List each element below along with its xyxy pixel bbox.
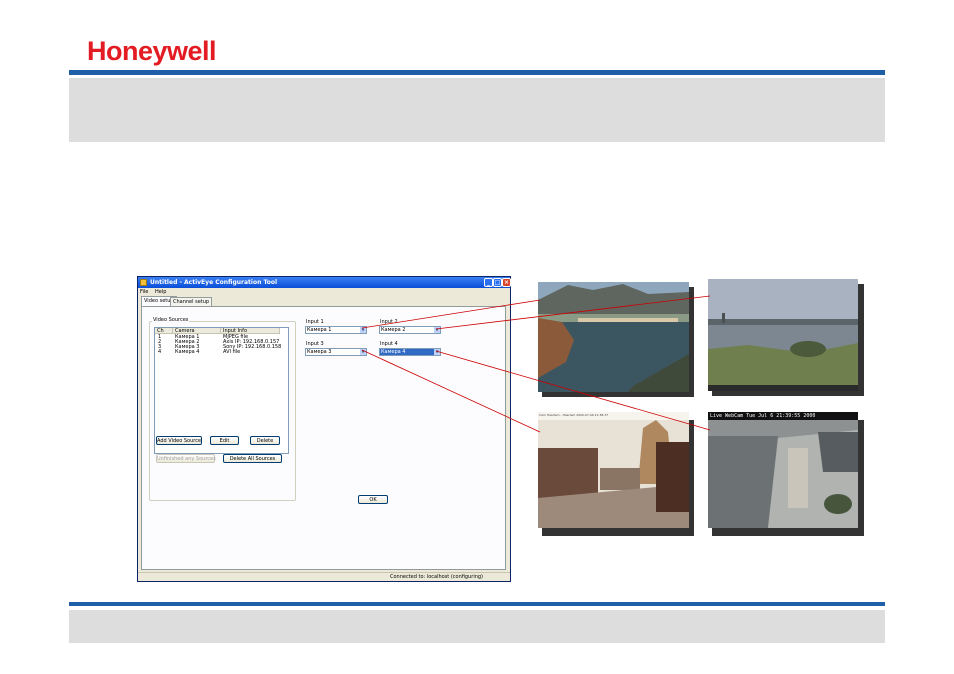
camera-2-image	[708, 279, 858, 391]
unfinished-sources-button: Unfinished any Sources	[156, 454, 216, 463]
port-webcam-scene	[708, 412, 858, 528]
river-view-scene	[708, 279, 858, 391]
title-bar[interactable]: Untitled - ActivEye Configuration Tool _…	[138, 277, 511, 288]
input-4-select[interactable]: Камера 4 ▼	[379, 348, 441, 356]
camera-4-image: Live WebCam Tue Jul 6 21:39:55 2000	[708, 412, 858, 528]
header-band	[69, 78, 885, 142]
input-1-value: Камера 1	[307, 327, 332, 333]
camera-1-image	[538, 282, 689, 392]
delete-button[interactable]: Delete	[250, 436, 280, 445]
window-title: Untitled - ActivEye Configuration Tool	[150, 279, 278, 286]
footer-rule	[69, 602, 885, 606]
input-3-select[interactable]: Камера 3 ▼	[305, 348, 367, 356]
header-rule	[69, 70, 885, 75]
cell-info: AVI file	[223, 349, 241, 355]
add-video-source-button[interactable]: Add Video Source	[156, 436, 202, 445]
menu-help[interactable]: Help	[155, 289, 166, 295]
edit-button[interactable]: Edit	[210, 436, 239, 445]
input-1-select[interactable]: Камера 1 ▼	[305, 326, 367, 334]
footer-band	[69, 610, 885, 643]
menu-bar: File Help	[140, 289, 171, 296]
town-square-scene	[538, 412, 689, 528]
input-2-select[interactable]: Камера 2 ▼	[379, 326, 441, 334]
close-icon[interactable]: ×	[502, 278, 511, 287]
camera-4-overlay: Live WebCam Tue Jul 6 21:39:55 2000	[710, 413, 816, 419]
camera-3-image: Cam Haarlem - Haarlem 2000-07-06 21:38:3…	[538, 412, 689, 528]
input-3-value: Камера 3	[307, 349, 332, 355]
minimize-icon[interactable]: _	[484, 278, 493, 287]
table-row[interactable]: 4 Камера 4 AVI file	[155, 350, 288, 355]
sources-list[interactable]: Ch Camera Input Info 1 Камера 1 MJPEG fi…	[154, 327, 289, 454]
input-1-label: Input 1	[306, 319, 324, 325]
input-2-value: Камера 2	[381, 327, 406, 333]
harbor-town-scene	[538, 282, 689, 392]
input-4-label: Input 4	[380, 341, 398, 347]
status-bar: Connected to: localhost (configuring)	[138, 572, 510, 582]
maximize-icon[interactable]: □	[493, 278, 502, 287]
chevron-down-icon[interactable]: ▼	[360, 327, 366, 333]
cell-ch: 4	[158, 349, 162, 355]
camera-3-overlay: Cam Haarlem - Haarlem 2000-07-06 21:38:3…	[539, 413, 609, 417]
input-4-value: Камера 4	[381, 349, 406, 355]
chevron-down-icon[interactable]: ▼	[360, 349, 366, 355]
input-2-label: Input 2	[380, 319, 398, 325]
status-text: Connected to: localhost (configuring)	[390, 574, 483, 580]
delete-all-sources-button[interactable]: Delete All Sources	[223, 454, 282, 463]
chevron-down-icon[interactable]: ▼	[434, 327, 440, 333]
app-icon	[140, 279, 147, 286]
menu-file[interactable]: File	[140, 289, 148, 295]
app-window: Untitled - ActivEye Configuration Tool _…	[137, 276, 511, 582]
chevron-down-icon[interactable]: ▼	[434, 349, 440, 355]
group-label: Video Sources	[152, 317, 190, 323]
ok-button[interactable]: OK	[358, 495, 388, 504]
cell-camera: Камера 4	[175, 349, 200, 355]
input-3-label: Input 3	[306, 341, 324, 347]
honeywell-logo: Honeywell	[87, 36, 217, 66]
